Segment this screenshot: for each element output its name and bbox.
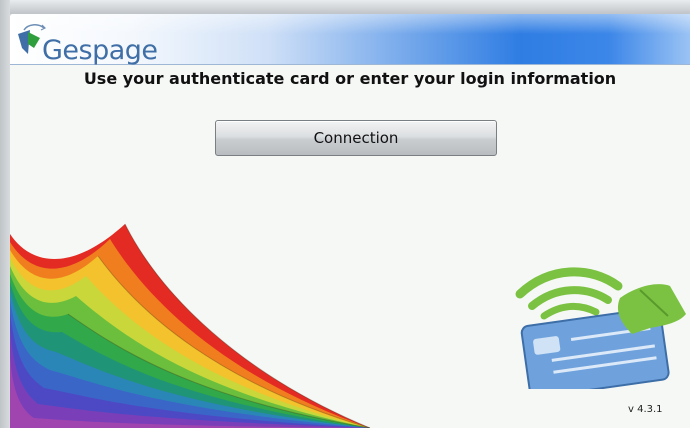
rainbow-pages-graphic xyxy=(10,223,370,428)
version-label: v 4.3.1 xyxy=(628,404,663,415)
brand-name: Gespage xyxy=(42,35,158,66)
page-title: Use your authenticate card or enter your… xyxy=(83,69,617,88)
contactless-card-icon xyxy=(515,267,686,389)
brand-logo: Gespage xyxy=(14,20,174,66)
window-frame-top xyxy=(0,0,690,14)
header-bar: Gespage xyxy=(10,14,690,66)
connection-button[interactable]: Connection xyxy=(215,120,497,156)
login-screen: Gespage Use your authenticate card or en… xyxy=(10,14,690,428)
window-frame-left xyxy=(0,0,10,428)
